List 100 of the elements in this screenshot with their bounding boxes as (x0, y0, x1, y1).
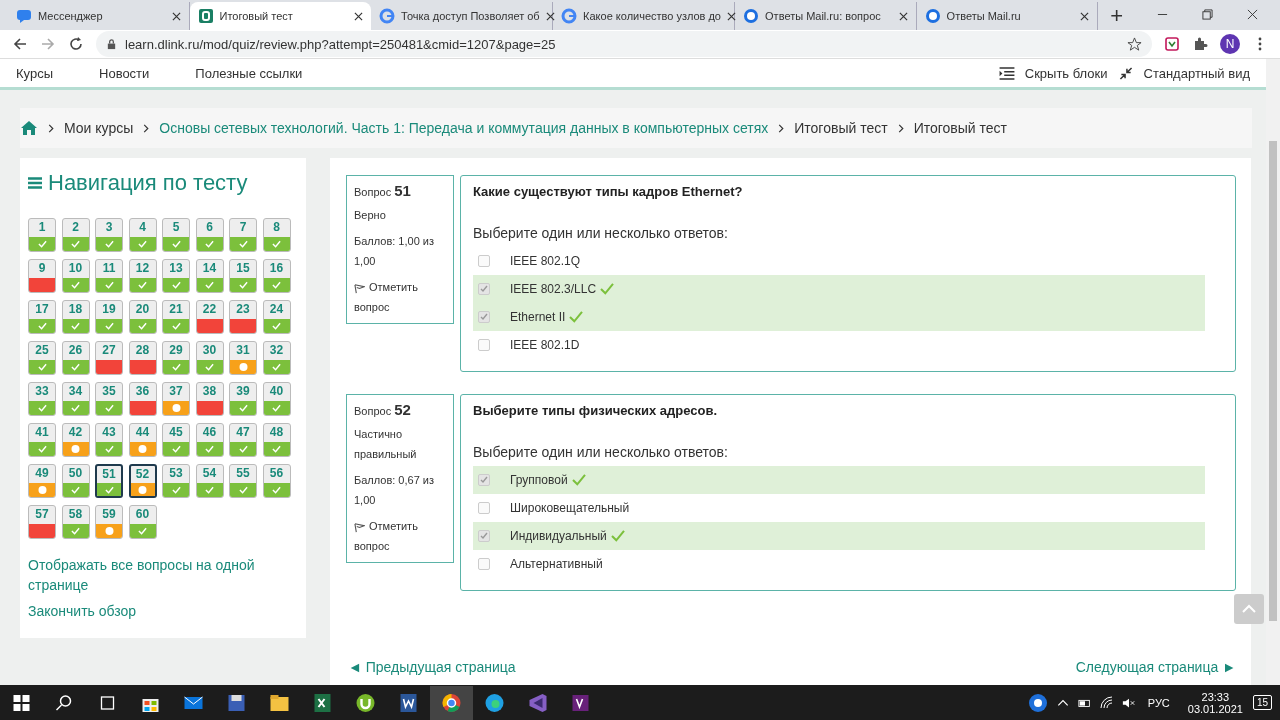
checkbox[interactable] (478, 502, 490, 514)
question-button[interactable]: 26 (61, 341, 90, 375)
wifi-icon[interactable] (1099, 695, 1114, 710)
question-button[interactable]: 32 (262, 341, 291, 375)
question-button[interactable]: 5 (162, 218, 190, 252)
notification-badge[interactable]: 15 (1252, 695, 1272, 710)
breadcrumb-link[interactable]: Основы сетевых технологий. Часть 1: Передача и коммутация данных в компьютерных сетях (159, 120, 769, 136)
question-button[interactable]: 39 (229, 382, 257, 416)
question-button[interactable]: 9 (28, 259, 56, 293)
question-button[interactable]: 29 (162, 341, 190, 375)
question-button[interactable]: 37 (162, 382, 190, 416)
question-button[interactable]: 31 (229, 341, 257, 375)
browser-icon[interactable] (430, 685, 473, 720)
back-icon[interactable] (12, 36, 28, 52)
question-button[interactable]: 59 (95, 505, 123, 539)
extension-icon[interactable] (1164, 36, 1180, 52)
question-button[interactable]: 49 (28, 464, 56, 498)
checkbox[interactable] (478, 530, 490, 542)
question-button[interactable]: 14 (195, 259, 224, 293)
question-button[interactable]: 17 (28, 300, 56, 334)
new-tab-button[interactable]: + (1098, 2, 1135, 30)
checkbox[interactable] (478, 474, 490, 486)
checkbox[interactable] (478, 255, 490, 267)
question-button[interactable]: 34 (61, 382, 90, 416)
question-button[interactable]: 24 (262, 300, 291, 334)
previous-page-link[interactable]: ◄ Предыдущая страница (348, 659, 516, 675)
checkbox[interactable] (478, 339, 490, 351)
question-button[interactable]: 12 (128, 259, 157, 293)
question-button[interactable]: 18 (61, 300, 90, 334)
breadcrumb-link[interactable]: Итоговый тест (794, 120, 888, 136)
question-button[interactable]: 27 (95, 341, 123, 375)
question-button[interactable]: 54 (195, 464, 224, 498)
hide-blocks-link[interactable]: Скрыть блоки (1024, 65, 1108, 81)
question-button[interactable]: 41 (28, 423, 56, 457)
question-button[interactable]: 48 (262, 423, 291, 457)
question-button[interactable]: 3 (95, 218, 123, 252)
clock[interactable]: 23:33 03.01.2021 (1187, 690, 1243, 715)
question-button[interactable]: 45 (162, 423, 190, 457)
checkbox[interactable] (478, 283, 490, 295)
question-button[interactable]: 38 (195, 382, 224, 416)
flag-question-link[interactable]: Отметить вопрос (354, 516, 446, 556)
star-icon[interactable] (1127, 36, 1142, 52)
language-indicator[interactable]: РУС (1147, 696, 1170, 709)
question-button[interactable]: 19 (95, 300, 123, 334)
question-button[interactable]: 53 (162, 464, 190, 498)
profile-avatar[interactable]: N (1220, 34, 1240, 54)
question-button[interactable]: 57 (28, 505, 56, 539)
nav-link[interactable]: Курсы (16, 65, 53, 81)
close-icon[interactable] (1080, 11, 1090, 21)
close-icon[interactable] (727, 11, 736, 21)
finish-review-link[interactable]: Закончить обзор (28, 601, 298, 621)
question-button[interactable]: 35 (95, 382, 123, 416)
question-button[interactable]: 42 (61, 423, 90, 457)
flag-question-link[interactable]: Отметить вопрос (354, 277, 446, 317)
question-button[interactable]: 10 (61, 259, 90, 293)
address-bar[interactable]: learn.dlink.ru/mod/quiz/review.php?attempt=250481&cmid=1207&page=25 (96, 31, 1152, 57)
checkbox[interactable] (478, 311, 490, 323)
question-button[interactable]: 4 (128, 218, 157, 252)
home-icon[interactable] (20, 120, 38, 136)
breadcrumb-link[interactable]: Итоговый тест (913, 120, 1007, 136)
question-button[interactable]: 22 (195, 300, 224, 334)
question-button[interactable]: 6 (195, 218, 224, 252)
nav-link[interactable]: Полезные ссылки (195, 65, 303, 81)
question-button[interactable]: 16 (262, 259, 291, 293)
question-button[interactable]: 44 (128, 423, 157, 457)
question-button[interactable]: 13 (162, 259, 190, 293)
question-button[interactable]: 60 (128, 505, 157, 539)
question-button[interactable]: 25 (28, 341, 56, 375)
question-button[interactable]: 40 (262, 382, 291, 416)
close-icon[interactable] (1247, 8, 1258, 20)
puzzle-icon[interactable] (1192, 36, 1208, 52)
question-button[interactable]: 20 (128, 300, 157, 334)
question-button[interactable]: 11 (95, 259, 123, 293)
question-button[interactable]: 8 (262, 218, 291, 252)
close-icon[interactable] (545, 11, 555, 21)
browser-tab[interactable]: Итоговый тест (189, 2, 372, 30)
close-icon[interactable] (354, 11, 364, 21)
reload-icon[interactable] (68, 36, 84, 52)
question-button[interactable]: 55 (229, 464, 257, 498)
question-button[interactable]: 28 (128, 341, 157, 375)
question-button[interactable]: 7 (229, 218, 257, 252)
close-icon[interactable] (171, 11, 181, 21)
restore-icon[interactable] (1202, 8, 1213, 20)
question-button[interactable]: 30 (195, 341, 224, 375)
question-button[interactable]: 46 (195, 423, 224, 457)
question-button[interactable]: 47 (229, 423, 257, 457)
question-button[interactable]: 1 (28, 218, 56, 252)
breadcrumb-link[interactable]: Мои курсы (64, 120, 134, 136)
scrollbar[interactable] (1266, 59, 1280, 685)
question-button[interactable]: 58 (61, 505, 90, 539)
question-button[interactable]: 56 (262, 464, 291, 498)
question-button[interactable]: 15 (229, 259, 257, 293)
show-all-link[interactable]: Отображать все вопросы на одной странице (28, 555, 298, 595)
question-button[interactable]: 43 (95, 423, 123, 457)
nav-link[interactable]: Новости (99, 65, 150, 81)
question-button[interactable]: 52 (128, 464, 157, 498)
checkbox[interactable] (478, 558, 490, 570)
question-button[interactable]: 36 (128, 382, 157, 416)
question-button[interactable]: 21 (162, 300, 190, 334)
question-button[interactable]: 51 (95, 464, 123, 498)
